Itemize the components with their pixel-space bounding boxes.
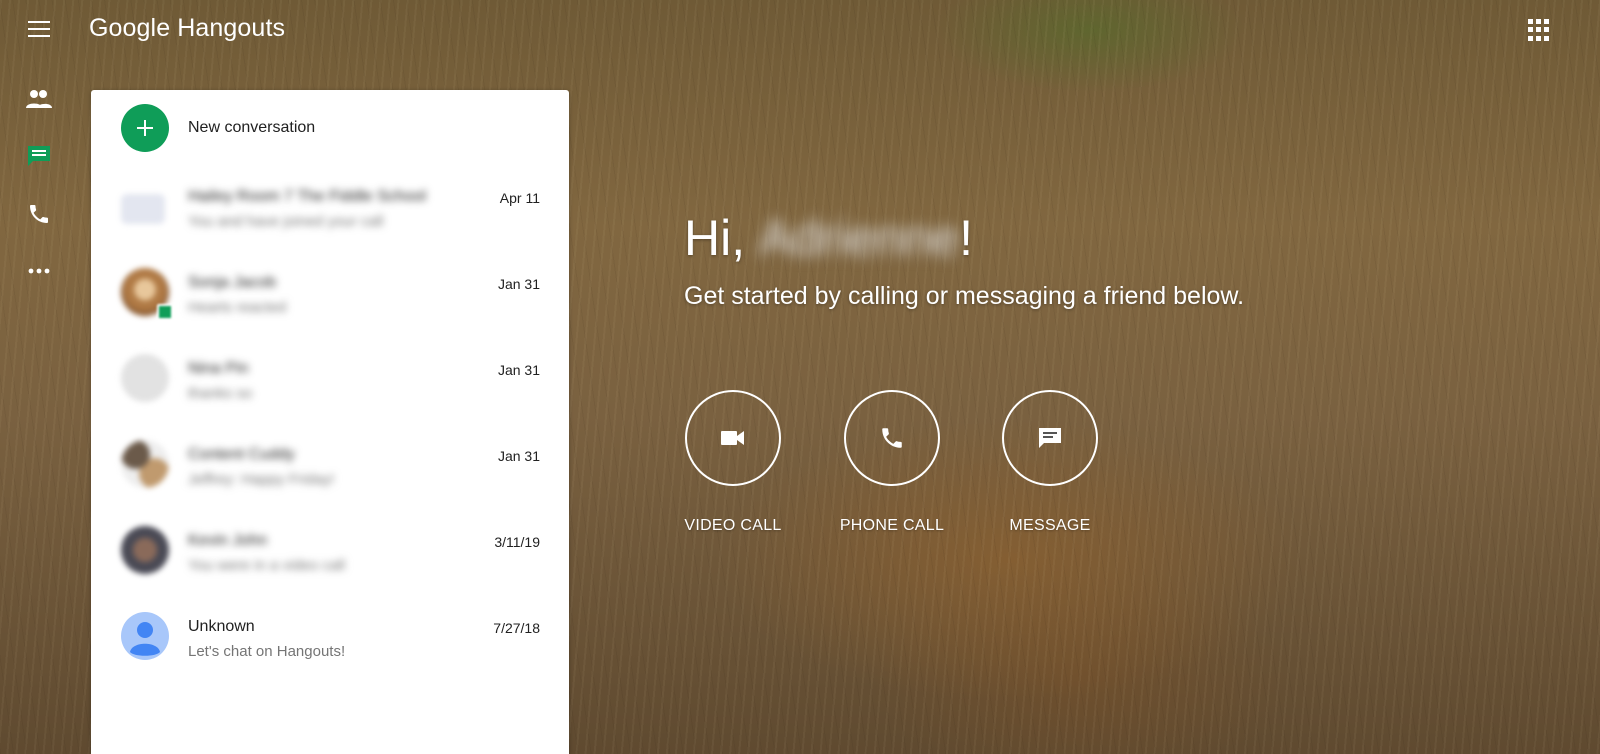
avatar	[121, 526, 169, 574]
phone-call-label: PHONE CALL	[839, 517, 945, 534]
top-bar: Google Hangouts	[0, 0, 1600, 60]
rail-item-phone[interactable]	[22, 197, 56, 231]
apps-grid-icon	[1528, 19, 1533, 24]
people-icon	[26, 90, 52, 108]
greeting-subtitle: Get started by calling or messaging a fr…	[684, 282, 1245, 310]
conversation-date: Jan 31	[497, 362, 540, 378]
main-menu-button[interactable]	[26, 16, 52, 42]
rail-item-contacts[interactable]	[22, 82, 56, 116]
greeting: Hi, Adrienne!	[684, 208, 973, 268]
conversation-item[interactable]: Unknown Let's chat on Hangouts! 7/27/18	[91, 596, 569, 682]
conversation-date: 3/11/19	[494, 534, 540, 550]
message-icon	[1039, 428, 1061, 448]
online-status-icon	[157, 304, 173, 320]
rail-item-more[interactable]	[22, 254, 56, 288]
new-conversation-button[interactable]: New conversation	[91, 90, 569, 166]
conversation-date: Jan 31	[497, 276, 540, 292]
conversation-item[interactable]: Kevin John You were in a video call 3/11…	[91, 510, 569, 596]
phone-icon	[30, 205, 48, 223]
new-conversation-label: New conversation	[188, 119, 316, 136]
group-avatar	[121, 440, 169, 488]
conversation-item[interactable]: Nina Pin thanks so Jan 31	[91, 338, 569, 424]
group-avatar	[121, 194, 165, 224]
chat-icon	[28, 146, 50, 166]
plus-icon	[121, 104, 169, 152]
app-logo: Google Hangouts	[89, 14, 286, 42]
conversation-item[interactable]: Content Cuddy Jeffrey: Happy Friday! Jan…	[91, 424, 569, 510]
message-button[interactable]: MESSAGE	[975, 390, 1125, 535]
google-apps-button[interactable]	[1528, 19, 1550, 41]
conversation-item[interactable]: Hailey Room 7 The Fiddle School You and …	[91, 166, 569, 252]
phone-icon	[882, 428, 902, 448]
conversation-date: Apr 11	[499, 190, 540, 206]
conversation-item[interactable]: Sonja Jacob Hearts reacted Jan 31	[91, 252, 569, 338]
user-name: Adrienne	[759, 210, 960, 266]
conversation-date: Jan 31	[497, 448, 540, 464]
conversation-date: 7/27/18	[493, 620, 540, 636]
video-call-label: VIDEO CALL	[684, 517, 782, 534]
conversation-list-panel: New conversation Hailey Room 7 The Fiddl…	[91, 90, 569, 754]
avatar	[121, 354, 169, 402]
video-call-button[interactable]: VIDEO CALL	[658, 390, 808, 535]
rail-item-conversations[interactable]	[22, 139, 56, 173]
phone-call-button[interactable]: PHONE CALL	[817, 390, 967, 535]
more-icon	[28, 268, 50, 274]
greeting-title: Hi, Adrienne!	[684, 210, 974, 266]
default-avatar-icon	[121, 612, 169, 660]
message-label: MESSAGE	[1009, 517, 1091, 534]
hamburger-icon	[28, 21, 50, 23]
video-camera-icon	[721, 431, 744, 445]
